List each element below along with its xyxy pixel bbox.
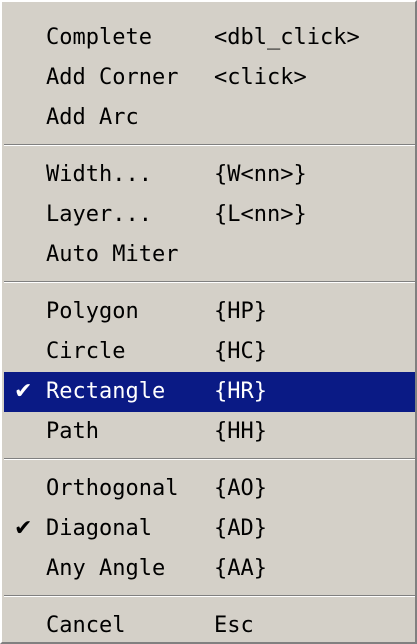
menu-item-shortcut: {L<nn>} — [214, 202, 307, 227]
menu-item-shortcut: {HC} — [214, 339, 267, 364]
menu-item-label: Auto Miter — [46, 242, 179, 267]
menu-item-label: Orthogonal — [46, 476, 179, 501]
menu-item-width[interactable]: Width... {W<nn>} — [4, 155, 415, 195]
menu-item-label: Add Corner — [46, 65, 179, 90]
menu-item-label: Circle — [46, 339, 126, 364]
menu-item-orthogonal[interactable]: Orthogonal {AO} — [4, 469, 415, 509]
menu-separator — [4, 144, 415, 146]
menu-item-diagonal[interactable]: ✔ Diagonal {AD} — [4, 509, 415, 549]
menu-item-auto-miter[interactable]: Auto Miter — [4, 235, 415, 275]
context-menu: Complete <dbl_click> Add Corner <click> Add … — [0, 0, 417, 644]
menu-item-shortcut: <click> — [214, 65, 307, 90]
menu-item-path[interactable]: Path {HH} — [4, 412, 415, 452]
menu-item-add-corner[interactable]: Add Corner <click> — [4, 58, 415, 98]
menu-item-label: Diagonal — [46, 516, 152, 541]
menu-item-shortcut: {AA} — [214, 556, 267, 581]
menu-item-shortcut: {HP} — [214, 299, 267, 324]
menu-item-label: Any Angle — [46, 556, 166, 581]
menu-item-shortcut: {AO} — [214, 476, 267, 501]
menu-item-rectangle[interactable]: ✔ Rectangle {HR} — [4, 372, 415, 412]
menu-item-shortcut: {W<nn>} — [214, 162, 307, 187]
menu-item-add-arc[interactable]: Add Arc — [4, 98, 415, 138]
menu-item-label: Cancel — [46, 613, 126, 638]
menu-item-label: Width... — [46, 162, 152, 187]
menu-item-polygon[interactable]: Polygon {HP} — [4, 292, 415, 332]
menu-item-label: Rectangle — [46, 379, 166, 404]
menu-item-complete[interactable]: Complete <dbl_click> — [4, 18, 415, 58]
menu-item-label: Complete — [46, 25, 152, 50]
menu-item-shortcut: <dbl_click> — [214, 25, 360, 50]
menu-item-cancel[interactable]: Cancel Esc — [4, 606, 415, 642]
checkmark-icon: ✔ — [14, 516, 33, 541]
menu-item-any-angle[interactable]: Any Angle {AA} — [4, 549, 415, 589]
menu-item-circle[interactable]: Circle {HC} — [4, 332, 415, 372]
menu-item-layer[interactable]: Layer... {L<nn>} — [4, 195, 415, 235]
menu-item-label: Path — [46, 419, 99, 444]
menu-item-shortcut: {HH} — [214, 419, 267, 444]
menu-item-label: Add Arc — [46, 105, 139, 130]
menu-item-label: Polygon — [46, 299, 139, 324]
menu-item-label: Layer... — [46, 202, 152, 227]
menu-separator — [4, 458, 415, 460]
menu-item-shortcut: {HR} — [214, 379, 267, 404]
menu-item-shortcut: {AD} — [214, 516, 267, 541]
menu-item-shortcut: Esc — [214, 613, 254, 638]
menu-separator — [4, 595, 415, 597]
menu-separator — [4, 281, 415, 283]
checkmark-icon: ✔ — [14, 379, 33, 404]
